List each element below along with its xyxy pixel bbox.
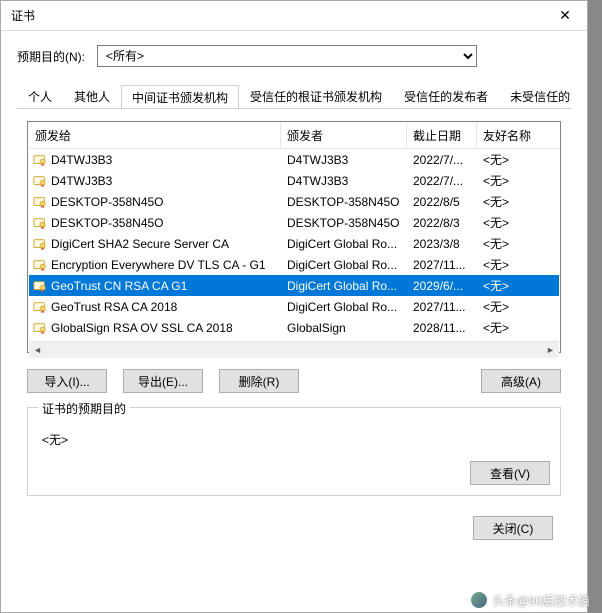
- cell-friendly: <无>: [477, 214, 532, 231]
- tabs: 个人其他人中间证书颁发机构受信任的根证书颁发机构受信任的发布者未受信任的发布者: [17, 85, 571, 109]
- cell-issued-by: GlobalSign: [281, 321, 407, 335]
- table-row[interactable]: Encryption Everywhere DV TLS CA - G1 Digi…: [29, 254, 559, 275]
- dialog-footer: 关闭(C): [17, 500, 571, 550]
- cell-expires: 2022/7/...: [407, 153, 477, 167]
- certificate-icon: [33, 195, 47, 209]
- scroll-left-icon[interactable]: ◄: [29, 342, 46, 359]
- certificate-icon: [33, 258, 47, 272]
- export-button[interactable]: 导出(E)...: [123, 369, 203, 393]
- cell-expires: 2022/8/3: [407, 216, 477, 230]
- cell-friendly: <无>: [477, 235, 532, 252]
- certificate-icon: [33, 216, 47, 230]
- cell-issued-by: DESKTOP-358N45O: [281, 216, 407, 230]
- purpose-label: 预期目的(N):: [17, 48, 85, 65]
- table-row[interactable]: DESKTOP-358N45ODESKTOP-358N45O2022/8/3<无…: [29, 212, 559, 233]
- table-body: D4TWJ3B3D4TWJ3B32022/7/...<无> D4TWJ3B3D4…: [29, 149, 559, 341]
- cell-friendly: <无>: [477, 256, 532, 273]
- tab-1[interactable]: 其他人: [63, 85, 121, 108]
- cell-friendly: <无>: [477, 151, 532, 168]
- cell-issued-to: DESKTOP-358N45O: [51, 216, 164, 230]
- certificate-dialog: 证书 ✕ 预期目的(N): <所有> 个人其他人中间证书颁发机构受信任的根证书颁…: [0, 0, 588, 613]
- cell-friendly: <无>: [477, 172, 532, 189]
- scroll-right-icon[interactable]: ►: [542, 342, 559, 359]
- cell-issued-to: GeoTrust RSA CA 2018: [51, 300, 177, 314]
- watermark: 头条@90后技术猿: [470, 591, 590, 609]
- cell-issued-by: DigiCert Global Ro...: [281, 300, 407, 314]
- table-row[interactable]: DigiCert SHA2 Secure Server CA DigiCert G…: [29, 233, 559, 254]
- watermark-text: 头条@90后技术猿: [492, 592, 590, 609]
- certificate-icon: [33, 321, 47, 335]
- intended-value: <无>: [38, 425, 550, 461]
- col-issued-by[interactable]: 颁发者: [281, 123, 407, 148]
- cell-expires: 2022/8/5: [407, 195, 477, 209]
- cell-expires: 2029/6/...: [407, 279, 477, 293]
- cell-issued-by: D4TWJ3B3: [281, 153, 407, 167]
- col-expires[interactable]: 截止日期: [407, 123, 477, 148]
- cell-issued-to: DigiCert SHA2 Secure Server CA: [51, 237, 229, 251]
- table-row[interactable]: GeoTrust RSA CA 2018 DigiCert Global Ro..…: [29, 296, 559, 317]
- cell-issued-by: D4TWJ3B3: [281, 174, 407, 188]
- cell-friendly: <无>: [477, 319, 532, 336]
- cell-issued-by: DESKTOP-358N45O: [281, 195, 407, 209]
- cell-issued-to: Encryption Everywhere DV TLS CA - G1: [51, 258, 266, 272]
- group-title: 证书的预期目的: [38, 400, 130, 417]
- cell-issued-by: DigiCert Global Ro...: [281, 279, 407, 293]
- certificate-icon: [33, 237, 47, 251]
- cell-expires: 2027/11...: [407, 258, 477, 272]
- close-icon[interactable]: ✕: [543, 1, 587, 31]
- certificate-icon: [33, 279, 47, 293]
- certificate-icon: [33, 153, 47, 167]
- close-button[interactable]: 关闭(C): [473, 516, 553, 540]
- intended-purposes-group: 证书的预期目的 <无> 查看(V): [27, 407, 561, 496]
- table-header: 颁发给 颁发者 截止日期 友好名称: [29, 123, 559, 149]
- table-row[interactable]: GlobalSign RSA OV SSL CA 2018 GlobalSign2…: [29, 317, 559, 338]
- cell-friendly: <无>: [477, 193, 532, 210]
- col-friendly[interactable]: 友好名称: [477, 123, 532, 148]
- certificate-icon: [33, 174, 47, 188]
- table-row[interactable]: DESKTOP-358N45ODESKTOP-358N45O2022/8/5<无…: [29, 191, 559, 212]
- cell-issued-by: DigiCert Global Ro...: [281, 237, 407, 251]
- cell-friendly: <无>: [477, 277, 532, 294]
- purpose-select[interactable]: <所有>: [97, 45, 477, 67]
- window-title: 证书: [11, 7, 35, 24]
- purpose-row: 预期目的(N): <所有>: [17, 45, 571, 67]
- titlebar: 证书 ✕: [1, 1, 587, 31]
- cell-issued-to: GlobalSign RSA OV SSL CA 2018: [51, 321, 233, 335]
- table-row[interactable]: D4TWJ3B3D4TWJ3B32022/7/...<无>: [29, 149, 559, 170]
- cell-expires: 2023/3/8: [407, 237, 477, 251]
- cell-issued-to: D4TWJ3B3: [51, 174, 112, 188]
- import-button[interactable]: 导入(I)...: [27, 369, 107, 393]
- cell-issued-to: DESKTOP-358N45O: [51, 195, 164, 209]
- cell-expires: 2022/7/...: [407, 174, 477, 188]
- action-buttons: 导入(I)... 导出(E)... 删除(R) 高级(A): [17, 353, 571, 407]
- cert-table: 颁发给 颁发者 截止日期 友好名称 D4TWJ3B3D4TWJ3B32022/7…: [29, 123, 559, 351]
- table-row[interactable]: D4TWJ3B3D4TWJ3B32022/7/...<无>: [29, 170, 559, 191]
- tab-5[interactable]: 未受信任的发布者: [499, 85, 571, 108]
- view-button[interactable]: 查看(V): [470, 461, 550, 485]
- certificate-icon: [33, 300, 47, 314]
- tab-0[interactable]: 个人: [17, 85, 63, 108]
- cell-expires: 2027/11...: [407, 300, 477, 314]
- cell-friendly: <无>: [477, 298, 532, 315]
- cell-issued-to: GeoTrust CN RSA CA G1: [51, 279, 187, 293]
- table-row[interactable]: GeoTrust CN RSA CA G1 DigiCert Global Ro.…: [29, 275, 559, 296]
- tab-4[interactable]: 受信任的发布者: [393, 85, 499, 108]
- col-issued-to[interactable]: 颁发给: [29, 123, 281, 148]
- remove-button[interactable]: 删除(R): [219, 369, 299, 393]
- advanced-button[interactable]: 高级(A): [481, 369, 561, 393]
- cert-list-container: 颁发给 颁发者 截止日期 友好名称 D4TWJ3B3D4TWJ3B32022/7…: [27, 121, 561, 353]
- cell-issued-by: DigiCert Global Ro...: [281, 258, 407, 272]
- cell-expires: 2028/11...: [407, 321, 477, 335]
- cell-issued-to: D4TWJ3B3: [51, 153, 112, 167]
- tab-2[interactable]: 中间证书颁发机构: [121, 85, 239, 109]
- tab-3[interactable]: 受信任的根证书颁发机构: [239, 85, 393, 108]
- avatar: [470, 591, 488, 609]
